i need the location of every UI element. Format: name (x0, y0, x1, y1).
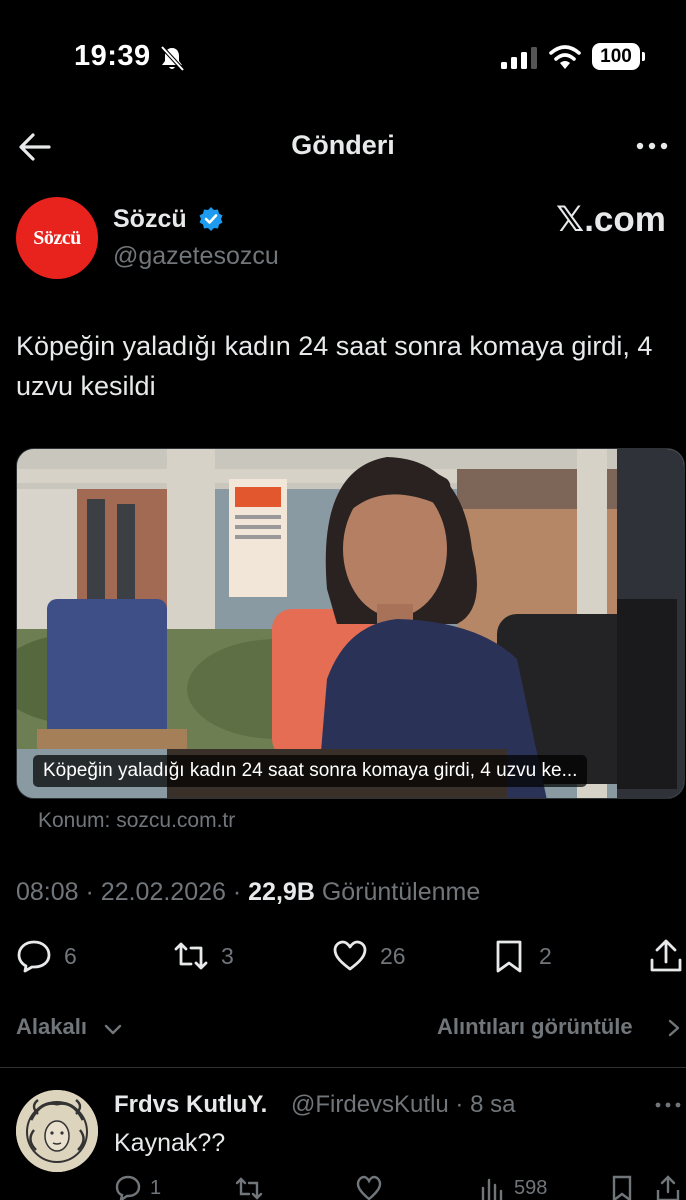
reply-author-handle[interactable]: @FirdevsKutlu · 8 sa (291, 1091, 515, 1119)
bookmark-button[interactable]: 2 (491, 936, 552, 976)
divider (0, 1067, 686, 1068)
card-source-location[interactable]: Konum: sozcu.com.tr (38, 809, 235, 833)
tweet-text: Köpeğin yaladığı kadın 24 saat sonra kom… (16, 331, 653, 401)
views-chart-icon (481, 1178, 503, 1200)
link-card[interactable]: Köpeğin yaladığı kadın 24 saat sonra kom… (16, 448, 685, 799)
view-count: 22,9B (248, 878, 315, 906)
heart-icon (356, 1175, 382, 1200)
reply-bookmark-button[interactable] (608, 1173, 636, 1200)
share-icon (650, 939, 682, 972)
chevron-right-icon[interactable] (664, 1017, 684, 1039)
card-caption: Köpeğin yaladığı kadın 24 saat sonra kom… (33, 755, 588, 787)
page-title: Gönderi (291, 130, 395, 160)
bookmark-count: 2 (539, 942, 552, 969)
status-bar: 19:39 100 (0, 0, 686, 110)
author-handle[interactable]: @gazetesozcu (113, 242, 279, 271)
repost-icon (235, 1177, 263, 1200)
author-avatar[interactable]: Sözcü (16, 197, 98, 279)
tweet-meta: 08:08 · 22.02.2026 · 22,9B Görüntülenme (16, 878, 481, 906)
reply-view-count: 598 (514, 1176, 548, 1199)
reply-views-button[interactable]: 598 (478, 1173, 547, 1200)
tweet-time: 08:08 (16, 878, 79, 906)
reply-button[interactable]: 6 (16, 936, 77, 976)
card-photo (17, 449, 684, 798)
verified-badge-icon (199, 207, 223, 231)
reply-count: 6 (64, 942, 77, 969)
x-com-watermark: 𝕏.com (556, 200, 666, 239)
reply-like-button[interactable] (355, 1173, 383, 1200)
tweet-date: 22.02.2026 (100, 878, 226, 906)
chevron-down-icon[interactable] (102, 1018, 124, 1040)
bell-slash-icon (160, 45, 185, 72)
more-options-icon[interactable] (634, 134, 670, 158)
reply-icon (115, 1175, 141, 1200)
share-button[interactable] (648, 936, 684, 976)
reply-reply-count: 1 (150, 1176, 162, 1199)
like-count: 26 (380, 942, 406, 969)
cellular-signal-icon (501, 47, 537, 69)
heart-icon (333, 940, 367, 971)
reply-repost-button[interactable] (235, 1173, 263, 1200)
bookmark-icon (496, 940, 522, 973)
reply-author-avatar[interactable] (16, 1090, 98, 1172)
reply-author-name[interactable]: Frdvs KutluY. (114, 1091, 267, 1119)
view-count-label: Görüntülenme (321, 878, 481, 906)
battery-indicator: 100 (592, 43, 645, 70)
repost-count: 3 (221, 942, 234, 969)
reply-more-options-icon[interactable] (654, 1098, 682, 1112)
repost-button[interactable]: 3 (173, 936, 234, 976)
reply-share-button[interactable] (654, 1173, 682, 1200)
share-icon (656, 1175, 680, 1200)
reply-icon (17, 940, 51, 973)
view-quotes-link[interactable]: Alıntıları görüntüle (437, 1014, 633, 1040)
repost-icon (174, 942, 208, 970)
medusa-drawing-avatar (16, 1090, 98, 1172)
like-button[interactable]: 26 (332, 936, 406, 976)
author-name[interactable]: Sözcü (113, 205, 187, 234)
reply-text: Kaynak?? (114, 1129, 226, 1157)
status-time: 19:39 (74, 40, 151, 72)
reply-reply-button[interactable]: 1 (114, 1173, 161, 1200)
bookmark-icon (612, 1175, 632, 1200)
wifi-icon (549, 45, 581, 69)
relevant-filter-dropdown[interactable]: Alakalı (16, 1014, 87, 1040)
